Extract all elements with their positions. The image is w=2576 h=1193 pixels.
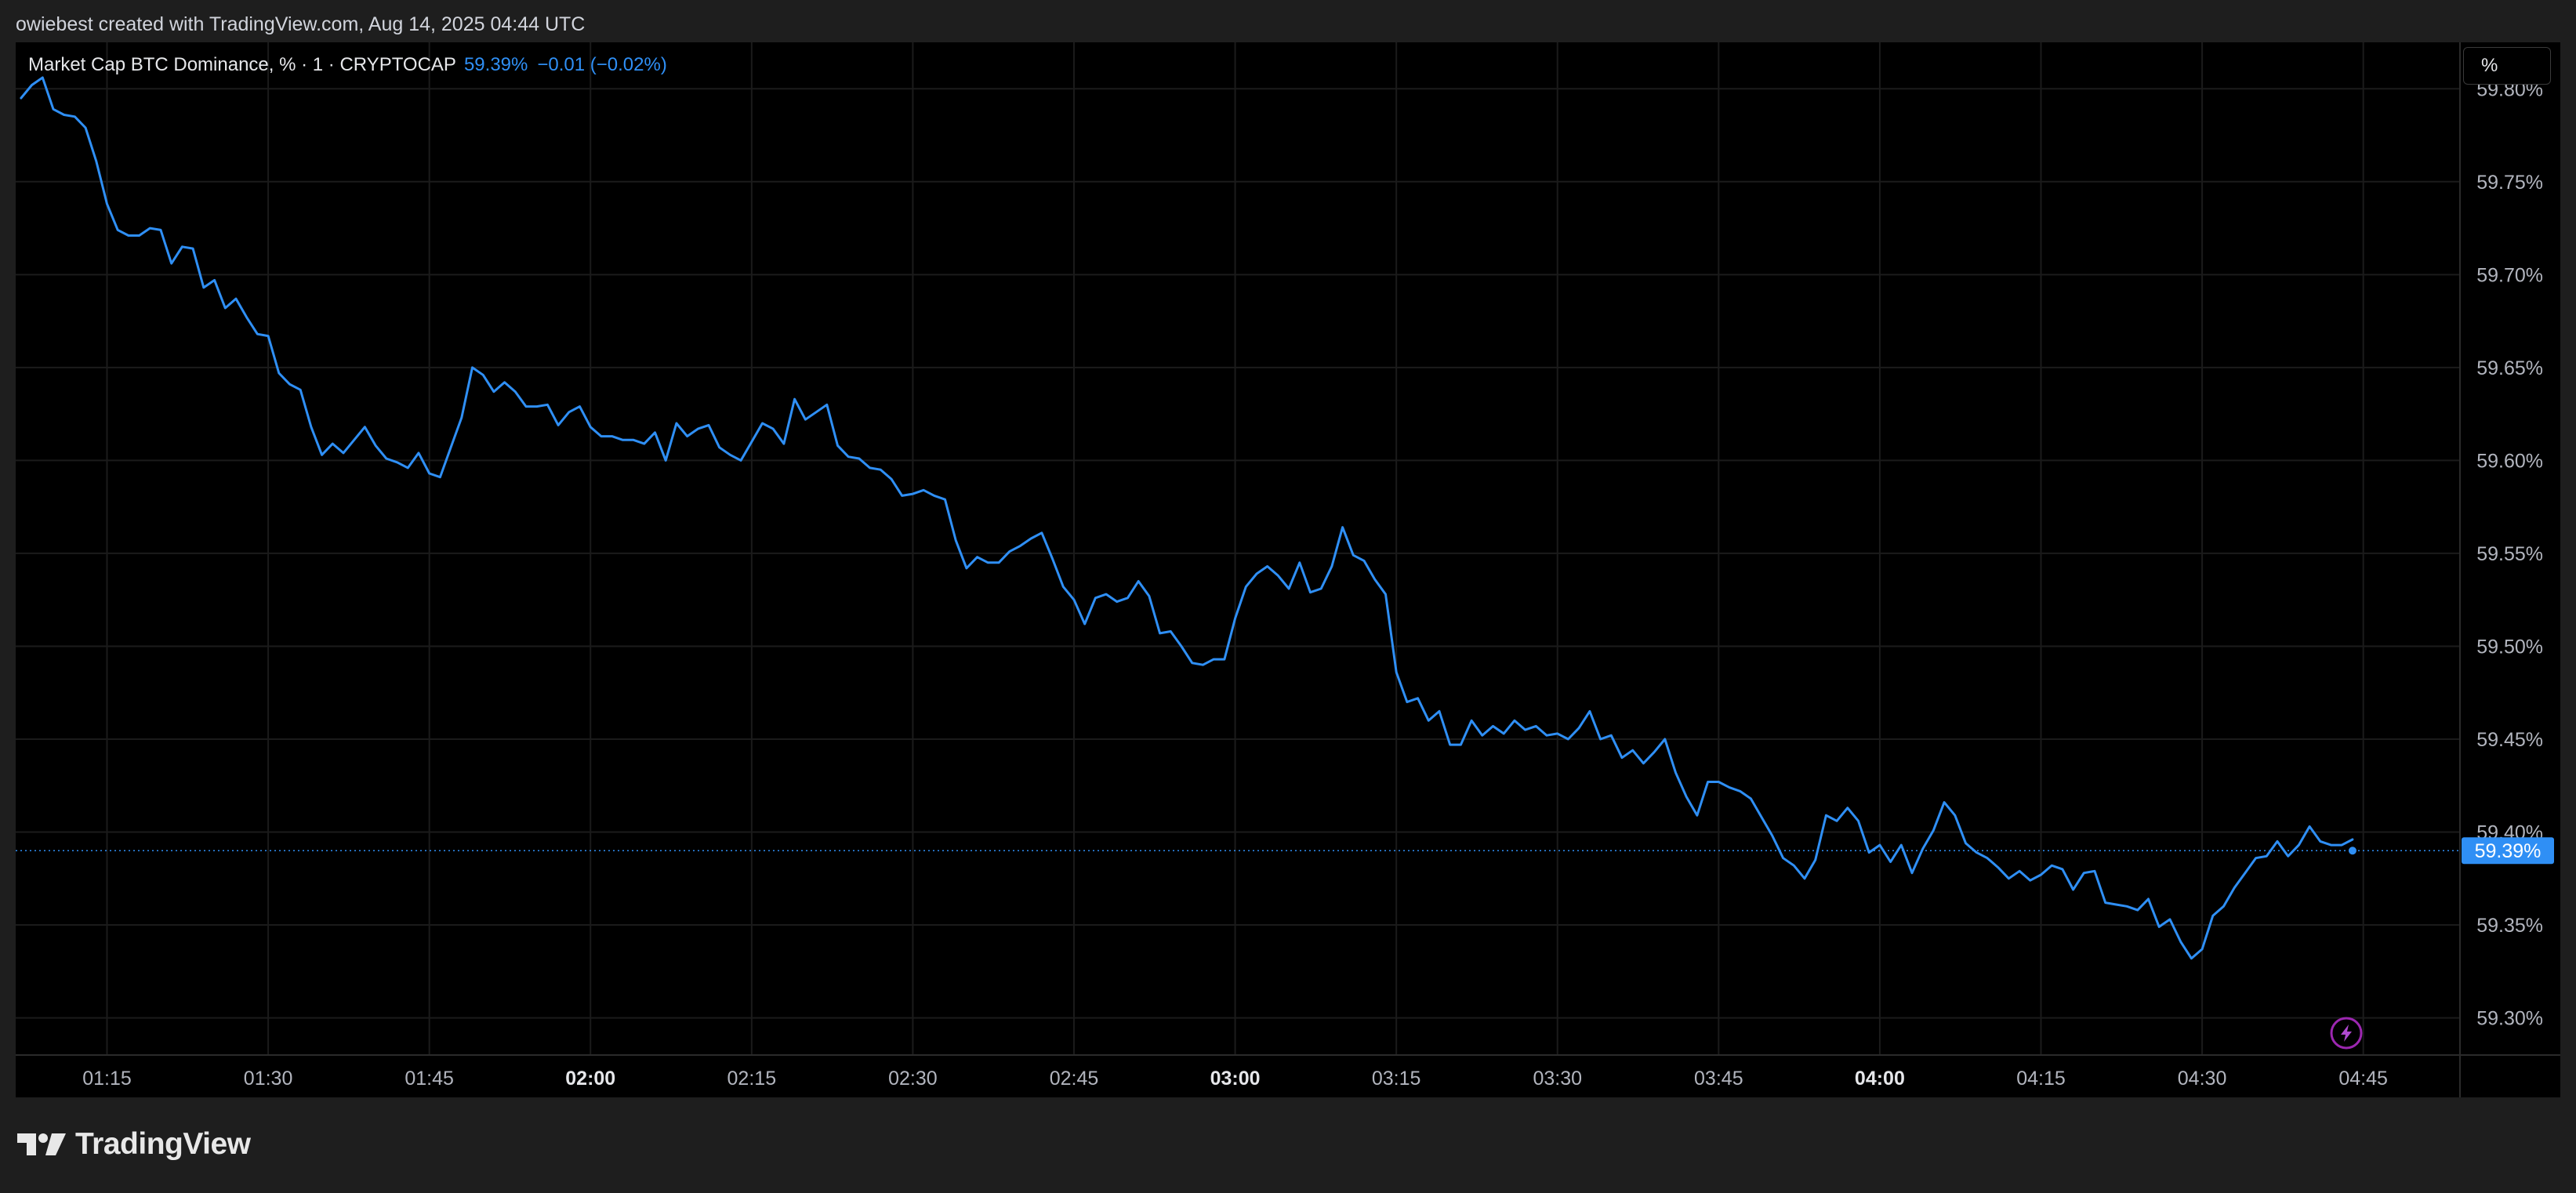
y-tick-label: 59.50%	[2476, 636, 2543, 658]
y-tick-label: 59.60%	[2476, 450, 2543, 472]
price-chart[interactable]: 59.30%59.35%59.40%59.45%59.50%59.55%59.6…	[16, 42, 2560, 1097]
lightning-icon[interactable]	[2330, 1017, 2363, 1050]
x-tick-label: 03:15	[1372, 1068, 1421, 1090]
x-tick-label: 01:15	[82, 1068, 132, 1090]
y-tick-label: 59.65%	[2476, 357, 2543, 379]
y-tick-label: 59.75%	[2476, 172, 2543, 194]
tradingview-brand[interactable]: TradingView	[17, 1127, 251, 1162]
chart-caption: owiebest created with TradingView.com, A…	[16, 13, 586, 35]
y-tick-label: 59.35%	[2476, 915, 2543, 937]
series-layer	[20, 76, 2356, 960]
x-tick-label: 04:00	[1855, 1068, 1905, 1090]
x-tick-label: 04:15	[2016, 1068, 2066, 1090]
grid-lines	[16, 42, 2460, 1055]
symbol-legend[interactable]: Market Cap BTC Dominance, % · 1 · CRYPTO…	[28, 53, 667, 77]
x-tick-label: 04:30	[2178, 1068, 2227, 1090]
x-axis-labels: 01:15 01:30 01:45 02:00 02:15 02:30 02:45 03:00…	[82, 1068, 2388, 1090]
x-tick-label: 02:15	[727, 1068, 777, 1090]
tradingview-logo-icon	[17, 1133, 66, 1155]
y-tick-label: 59.55%	[2476, 543, 2543, 565]
x-tick-label: 01:45	[405, 1068, 454, 1090]
change-value: −0.01 (−0.02%)	[537, 54, 667, 75]
x-tick-label: 03:45	[1694, 1068, 1743, 1090]
x-tick-label: 04:45	[2338, 1068, 2388, 1090]
y-tick-label: 59.45%	[2476, 729, 2543, 751]
percent-scale-button[interactable]: %	[2463, 47, 2551, 85]
symbol-title: Market Cap BTC Dominance, % · 1 · CRYPTO…	[28, 54, 456, 75]
brand-name: TradingView	[75, 1127, 251, 1161]
x-tick-label: 03:30	[1533, 1068, 1582, 1090]
last-value: 59.39%	[463, 54, 528, 75]
x-tick-label: 02:00	[565, 1068, 615, 1090]
last-price-tag: 59.39%	[2462, 837, 2554, 865]
series-line	[20, 76, 2354, 960]
y-axis-labels: 59.30%59.35%59.40%59.45%59.50%59.55%59.6…	[2476, 78, 2543, 1029]
y-tick-label: 59.70%	[2476, 264, 2543, 286]
chart-area[interactable]: 59.30% 59.35% 59.40% 59.45% 59.50% 59.55% 59.6…	[16, 42, 2560, 1097]
price-tag-label: 59.39%	[2475, 840, 2542, 862]
y-tick-label: 59.30%	[2476, 1008, 2543, 1030]
x-tick-label: 03:00	[1210, 1068, 1261, 1090]
last-point-dot	[2348, 847, 2356, 855]
x-tick-label: 02:30	[888, 1068, 938, 1090]
x-tick-label: 01:30	[244, 1068, 293, 1090]
x-tick-label: 02:45	[1050, 1068, 1099, 1090]
